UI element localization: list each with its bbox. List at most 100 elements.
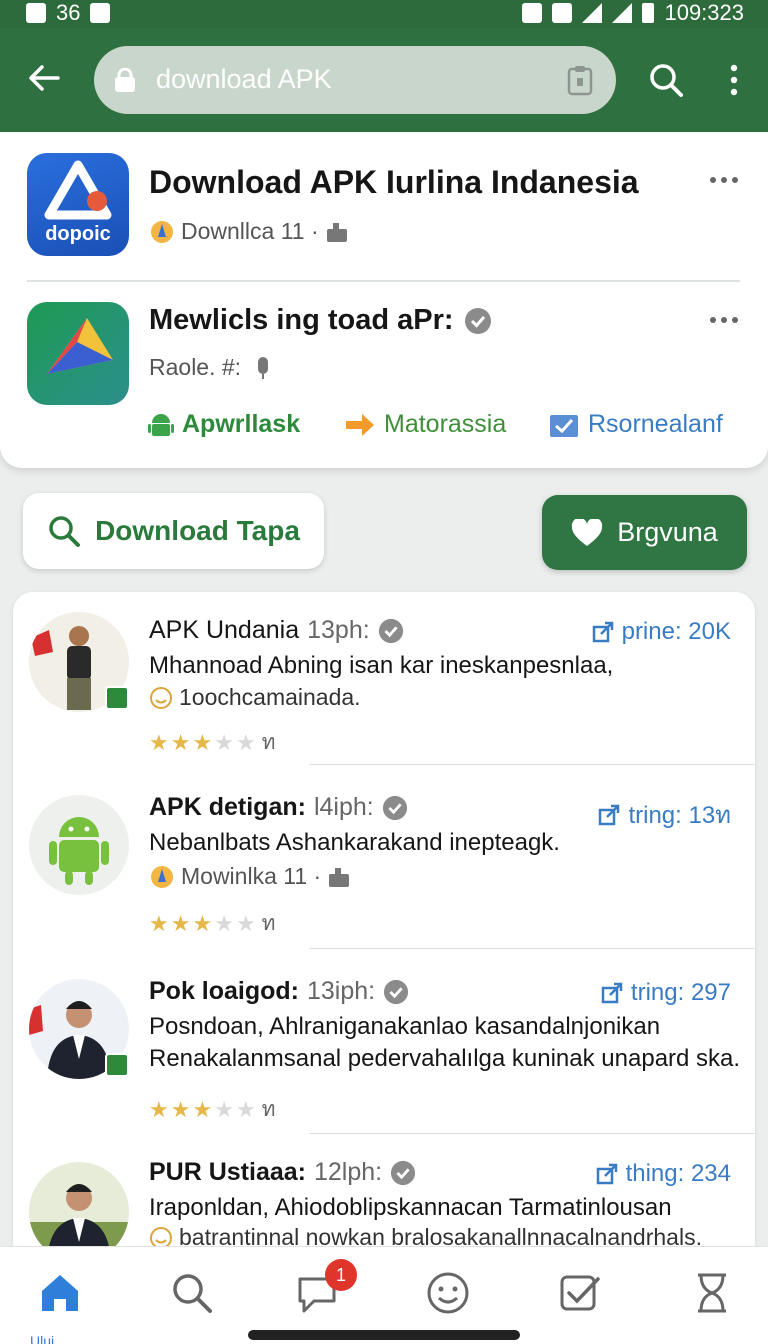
app-icon-dopoic[interactable]: dopoic bbox=[27, 153, 129, 256]
back-arrow-icon[interactable] bbox=[24, 58, 64, 98]
vibrate-icon bbox=[552, 3, 573, 23]
star-empty-icon: ★ bbox=[214, 910, 234, 936]
chip-android-label: Apwrllask bbox=[182, 410, 301, 438]
search-input[interactable]: download APK bbox=[156, 64, 332, 95]
featured-app-title-2-text: Mewlicls ing toad aPr: bbox=[149, 304, 454, 336]
lock-icon bbox=[115, 68, 135, 92]
featured-app-title-2[interactable]: Mewlicls ing toad aPr: bbox=[149, 304, 492, 337]
post-time: l4iph: bbox=[313, 793, 374, 821]
verified-icon bbox=[378, 618, 403, 643]
post-title[interactable]: Pok loaigod: 13iph: bbox=[149, 977, 409, 1006]
favorite-button[interactable]: Brgvuna bbox=[542, 495, 747, 570]
star-empty-icon: ★ bbox=[235, 729, 256, 755]
android-robot-icon bbox=[49, 817, 109, 885]
chip-check-label: Rsornealanf bbox=[588, 410, 723, 438]
heart-icon bbox=[572, 518, 603, 546]
search-icon[interactable] bbox=[168, 1269, 216, 1317]
home-indicator[interactable] bbox=[248, 1330, 520, 1340]
post-list: APK Undania 13ph: prine: 20K Mhannoad Ab… bbox=[13, 592, 755, 1312]
clipboard-icon[interactable] bbox=[566, 64, 594, 96]
post-subtitle-text: Mowinlka 11 · bbox=[181, 863, 322, 889]
featured-app-title[interactable]: Download APK Iurlina Indanesia bbox=[149, 164, 639, 201]
post-time: 13iph: bbox=[307, 977, 376, 1005]
check-box-icon bbox=[550, 414, 578, 437]
list-item[interactable]: Pok loaigod: 13iph: tring: 297 Posndoan,… bbox=[13, 949, 755, 1133]
signal-icon bbox=[612, 3, 633, 23]
list-item[interactable]: APK Undania 13ph: prine: 20K Mhannoad Ab… bbox=[13, 592, 755, 764]
logo-triangle-icon bbox=[44, 160, 112, 220]
rating-stars: ★ ★ ★ ★ ★ ท bbox=[149, 907, 276, 940]
chip-android[interactable]: Apwrllask bbox=[148, 410, 300, 439]
trend-label: thing: 234 bbox=[625, 1160, 731, 1187]
more-horiz-icon[interactable] bbox=[709, 172, 739, 188]
trend-label: prine: 20K bbox=[621, 618, 731, 645]
verified-icon bbox=[391, 1160, 416, 1185]
star-empty-icon: ★ bbox=[235, 910, 256, 936]
external-link-icon bbox=[592, 621, 613, 643]
post-time: 13ph: bbox=[307, 616, 370, 644]
download-button[interactable]: Download Tapa bbox=[23, 493, 324, 569]
android-icon bbox=[148, 413, 174, 436]
mute-icon bbox=[522, 3, 543, 23]
rocket-icon bbox=[151, 220, 173, 243]
download-badge-icon bbox=[105, 1053, 129, 1077]
search-icon bbox=[49, 516, 81, 547]
chip-share[interactable]: Matorassia bbox=[344, 410, 506, 439]
download-badge-icon bbox=[105, 686, 129, 710]
battery-icon bbox=[642, 3, 655, 23]
status-bar: 36 109:323 bbox=[0, 0, 768, 28]
app-icon-play[interactable] bbox=[27, 302, 129, 405]
verified-icon bbox=[464, 307, 491, 334]
verified-icon bbox=[384, 979, 409, 1004]
star-empty-icon: ★ bbox=[235, 1096, 256, 1122]
download-button-label: Download Tapa bbox=[95, 515, 300, 546]
post-title[interactable]: APK Undania 13ph: bbox=[149, 616, 404, 645]
chip-check[interactable]: Rsornealanf bbox=[548, 410, 723, 439]
nav-home-label: Ului bbox=[30, 1333, 55, 1344]
external-link-icon bbox=[601, 982, 623, 1004]
chip-share-label: Matorassia bbox=[384, 410, 507, 438]
post-title[interactable]: PUR Ustiaaa: 12lph: bbox=[149, 1158, 416, 1187]
favorite-button-label: Brgvuna bbox=[617, 517, 718, 547]
star-icon: ★ bbox=[149, 1096, 169, 1122]
star-icon: ★ bbox=[149, 729, 169, 755]
trend-link[interactable]: thing: 234 bbox=[596, 1160, 731, 1188]
check-box-icon[interactable] bbox=[556, 1269, 604, 1317]
list-item[interactable]: APK detigan: l4iph: tring: 13ท Nebanlbat… bbox=[13, 765, 755, 948]
app-bar: download APK bbox=[0, 28, 768, 132]
home-icon[interactable] bbox=[36, 1269, 84, 1317]
divider bbox=[27, 280, 740, 282]
post-subtitle: Mowinlka 11 · bbox=[149, 863, 351, 890]
thumbs-up-icon bbox=[329, 867, 350, 887]
featured-app-meta: Downllca 11 · bbox=[149, 218, 349, 245]
star-icon: ★ bbox=[170, 1096, 191, 1122]
rating-stars: ★ ★ ★ ★ ★ ท bbox=[149, 726, 276, 759]
star-empty-icon: ★ bbox=[214, 1096, 234, 1122]
rating-count: ท bbox=[261, 731, 276, 754]
star-icon: ★ bbox=[170, 910, 191, 936]
post-subtitle: 1oochcamainada. bbox=[149, 684, 361, 711]
avatar[interactable] bbox=[29, 795, 129, 895]
rating-count: ท bbox=[261, 912, 276, 935]
hourglass-icon[interactable] bbox=[688, 1269, 736, 1317]
post-description-line-2: Renakalanmsanal pedervahalılga kuninak u… bbox=[149, 1045, 739, 1072]
search-icon[interactable] bbox=[646, 60, 686, 100]
smiley-icon bbox=[150, 686, 172, 709]
post-title-text: APK detigan: bbox=[149, 793, 306, 821]
verified-icon bbox=[382, 795, 407, 820]
post-description: Posndoan, Ahlraniganakanlao kasandalnjon… bbox=[149, 1013, 661, 1040]
trend-link[interactable]: prine: 20K bbox=[592, 618, 731, 646]
star-half-icon: ★ bbox=[192, 1096, 213, 1122]
trend-link[interactable]: tring: 297 bbox=[601, 979, 731, 1007]
more-vert-icon[interactable] bbox=[724, 62, 744, 98]
star-half-icon: ★ bbox=[192, 729, 213, 755]
smiley-icon[interactable] bbox=[424, 1269, 472, 1317]
search-bar[interactable]: download APK bbox=[94, 46, 616, 114]
post-title[interactable]: APK detigan: l4iph: bbox=[149, 793, 408, 822]
post-description: Iraponldan, Ahiodoblipskannacan Tarmatin… bbox=[149, 1194, 672, 1221]
post-title-text: Pok loaigod: bbox=[149, 977, 299, 1005]
more-horiz-icon[interactable] bbox=[709, 312, 739, 328]
rating-stars: ★ ★ ★ ★ ★ ท bbox=[149, 1093, 276, 1126]
post-description: Nebanlbats Ashankarakand ineptеagk. bbox=[149, 829, 560, 856]
featured-apps-card: dopoic Download APK Iurlina Indanesia Do… bbox=[0, 132, 768, 468]
